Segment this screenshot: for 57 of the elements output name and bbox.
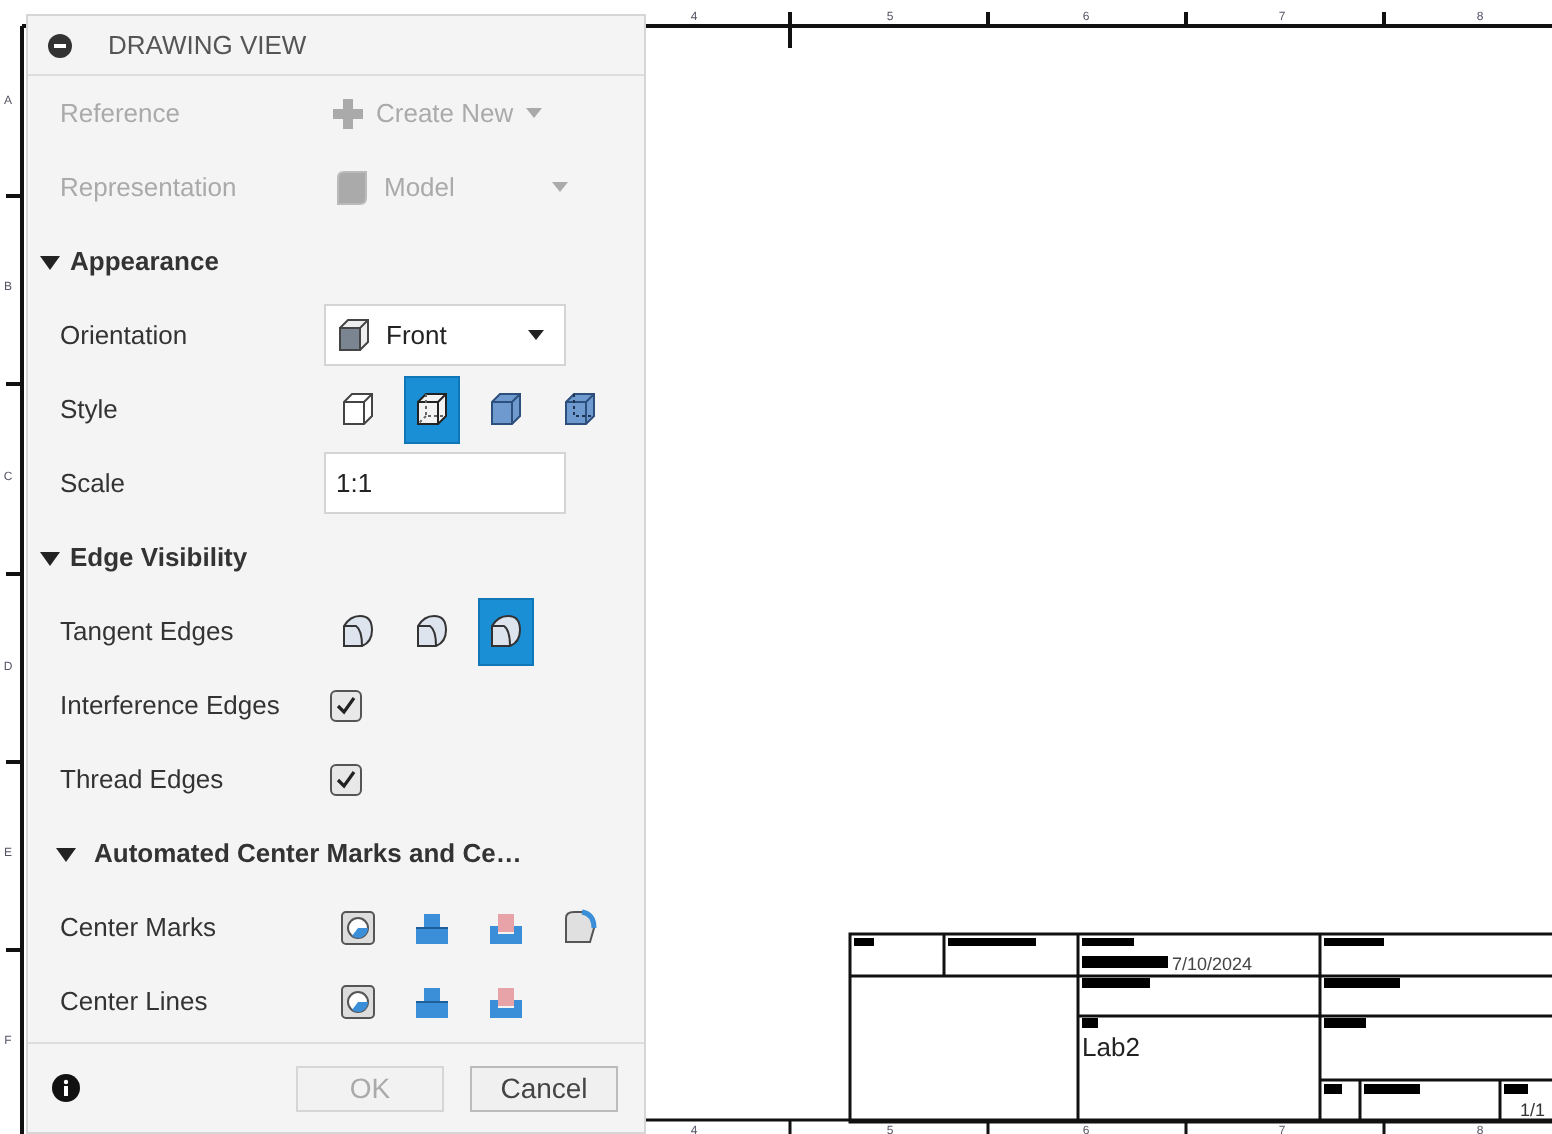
drawing-title: Lab2 bbox=[1082, 1032, 1140, 1062]
info-icon[interactable] bbox=[52, 1074, 80, 1102]
field-label: Orientation bbox=[58, 320, 190, 350]
toggle-button[interactable] bbox=[478, 597, 534, 665]
date-text: 7/10/2024 bbox=[1172, 954, 1253, 974]
section-title[interactable]: Automated Center Marks and Ce… bbox=[94, 838, 522, 868]
toggle-button[interactable] bbox=[404, 375, 460, 443]
field-label: Center Lines bbox=[58, 986, 210, 1016]
scale-input[interactable]: 1:1 bbox=[324, 452, 566, 514]
rounded-block-icon bbox=[486, 611, 526, 651]
plus-icon bbox=[332, 97, 364, 129]
field-label: Representation bbox=[58, 172, 239, 202]
redaction-bar bbox=[1324, 938, 1384, 946]
field-label: Tangent Edges bbox=[58, 616, 236, 646]
field-label: Center Marks bbox=[58, 912, 219, 942]
redaction-bar bbox=[948, 938, 1036, 946]
field-label: Scale bbox=[58, 468, 128, 498]
checkbox[interactable] bbox=[330, 689, 362, 721]
redaction-bar bbox=[1324, 1084, 1342, 1094]
checkbox[interactable] bbox=[330, 763, 362, 795]
shaded-cube-icon bbox=[486, 389, 526, 429]
redaction-bar bbox=[1324, 978, 1400, 988]
redaction-bar bbox=[1082, 1018, 1098, 1028]
caret-icon bbox=[528, 329, 544, 341]
circle-mark-icon bbox=[338, 907, 378, 947]
redaction-bar bbox=[1504, 1084, 1528, 1094]
expanded-triangle-icon[interactable] bbox=[40, 251, 60, 271]
checkmark-icon bbox=[334, 693, 358, 717]
redaction-bar bbox=[1082, 956, 1168, 968]
caret-icon bbox=[525, 107, 542, 119]
cancel-button[interactable]: Cancel bbox=[470, 1065, 618, 1111]
orientation-dropdown[interactable]: Front bbox=[324, 304, 566, 366]
field-label: Thread Edges bbox=[58, 764, 226, 794]
rounded-block-icon bbox=[338, 611, 378, 651]
shaded-hidden-cube-icon bbox=[560, 389, 600, 429]
field-label: Interference Edges bbox=[58, 690, 282, 720]
section-title[interactable]: Edge Visibility bbox=[70, 542, 248, 572]
wireframe-cube-icon bbox=[338, 389, 378, 429]
circle-mark-icon bbox=[338, 981, 378, 1021]
redaction-bar bbox=[854, 938, 874, 946]
expanded-triangle-icon[interactable] bbox=[56, 843, 76, 863]
checkmark-icon bbox=[334, 767, 358, 791]
sheet-number: 1/1 bbox=[1520, 1100, 1546, 1120]
caret-icon bbox=[552, 181, 568, 193]
redaction-bar bbox=[1082, 978, 1150, 988]
field-label: Reference bbox=[58, 98, 182, 128]
hidden-line-cube-icon bbox=[412, 389, 452, 429]
section-title[interactable]: Appearance bbox=[70, 246, 219, 276]
panel-title: DRAWING VIEW bbox=[108, 30, 307, 60]
redaction-bar bbox=[1364, 1084, 1420, 1094]
collapse-icon[interactable] bbox=[48, 33, 72, 57]
rounded-block-icon bbox=[412, 611, 452, 651]
redaction-bar bbox=[1082, 938, 1134, 946]
redaction-bar bbox=[1324, 1018, 1366, 1028]
rounded-corner-icon bbox=[560, 907, 600, 947]
field-label: Style bbox=[58, 394, 120, 424]
expanded-triangle-icon[interactable] bbox=[40, 547, 60, 567]
